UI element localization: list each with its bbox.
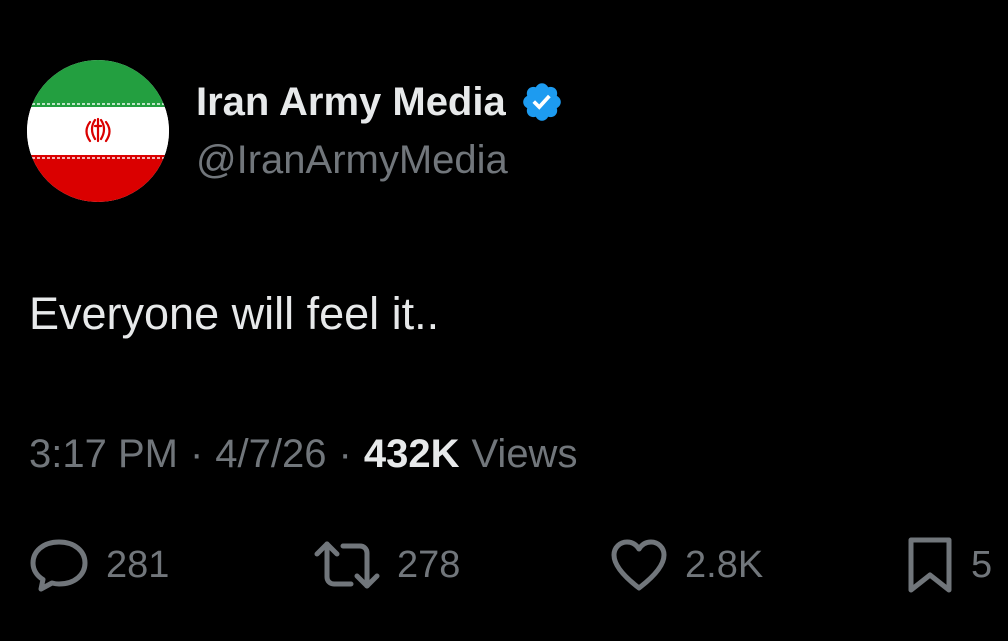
views-count[interactable]: 432K xyxy=(364,432,460,477)
action-bar: 281 278 2.8K 5 xyxy=(0,530,1008,600)
reply-count: 281 xyxy=(106,543,170,586)
bookmark-button[interactable]: 5 xyxy=(905,530,992,600)
retweet-count: 278 xyxy=(397,543,461,586)
tweet-meta: 3:17 PM · 4/7/26 · 432K Views xyxy=(29,432,577,477)
author-name-row[interactable]: Iran Army Media xyxy=(196,76,564,128)
meta-separator: · xyxy=(338,432,352,476)
reply-icon xyxy=(30,539,88,592)
reply-button[interactable]: 281 xyxy=(28,530,169,600)
retweet-icon xyxy=(314,541,380,589)
iran-flag-icon xyxy=(27,60,169,202)
bookmark-count: 5 xyxy=(971,543,993,586)
views-label: Views xyxy=(471,432,578,476)
author-display-name[interactable]: Iran Army Media xyxy=(196,80,506,125)
tweet-time[interactable]: 3:17 PM xyxy=(29,432,178,477)
meta-separator: · xyxy=(189,432,204,476)
like-button[interactable]: 2.8K xyxy=(609,530,763,600)
retweet-button[interactable]: 278 xyxy=(313,530,460,600)
tweet-date[interactable]: 4/7/26 xyxy=(215,432,326,477)
avatar[interactable] xyxy=(27,60,169,202)
tweet-text: Everyone will feel it.. xyxy=(29,288,440,339)
bookmark-icon xyxy=(908,537,952,593)
tweet-card: Iran Army Media @IranArmyMedia Everyone … xyxy=(0,0,1008,641)
verified-badge-icon[interactable] xyxy=(520,80,564,124)
author-handle[interactable]: @IranArmyMedia xyxy=(196,138,508,183)
like-count: 2.8K xyxy=(685,543,764,586)
heart-icon xyxy=(611,539,667,591)
